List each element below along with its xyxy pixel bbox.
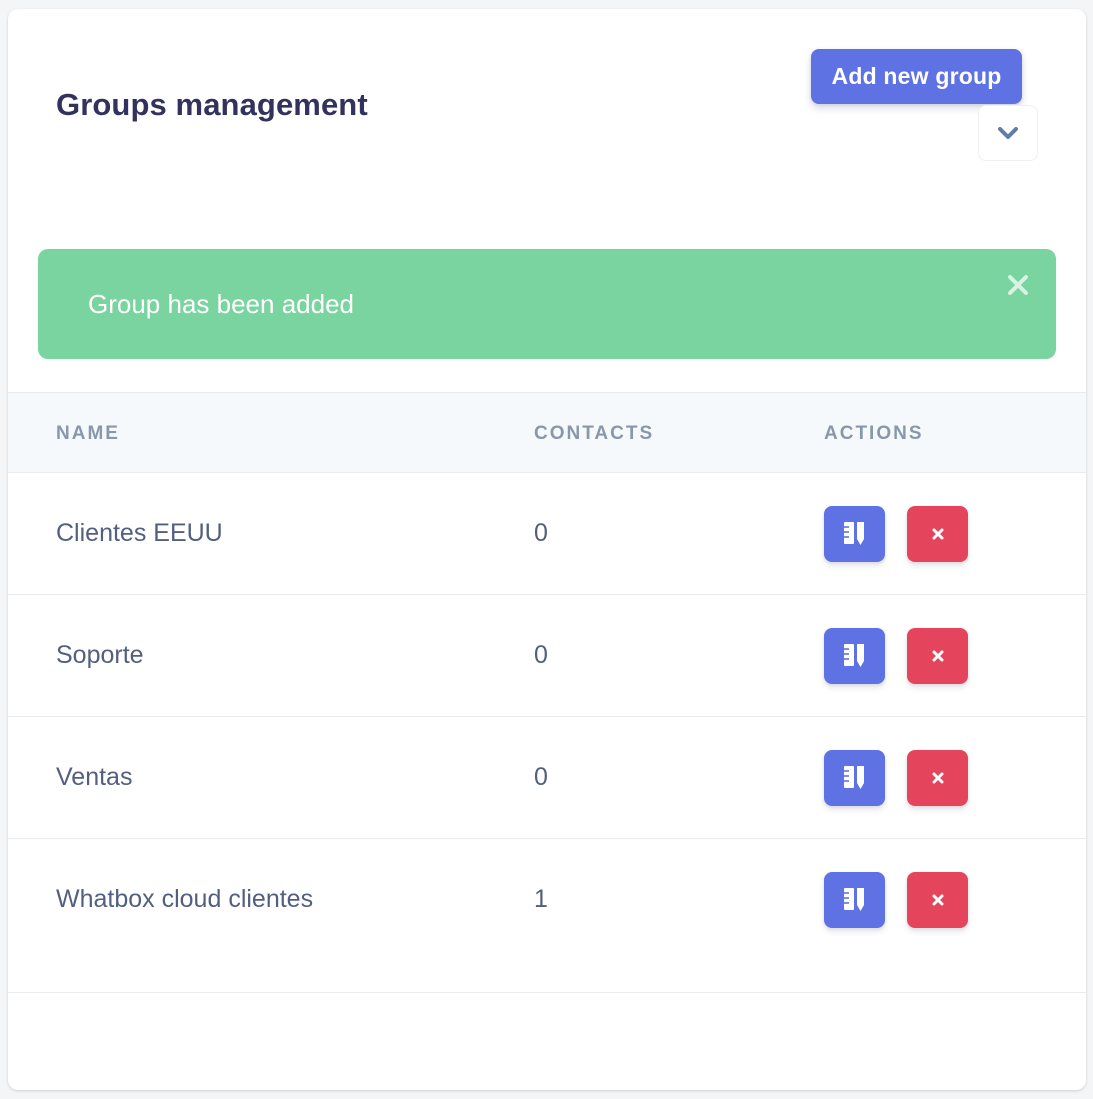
delete-group-button[interactable]: [907, 750, 968, 806]
groups-table: NAME CONTACTS ACTIONS Clientes EEUU 0 So…: [8, 392, 1086, 993]
edit-icon: [843, 766, 864, 789]
group-name: Ventas: [56, 763, 133, 791]
edit-group-button[interactable]: [824, 750, 885, 806]
page-title: Groups management: [56, 87, 368, 122]
edit-icon: [843, 522, 864, 545]
chevron-down-icon: [998, 127, 1018, 139]
edit-icon: [843, 644, 864, 667]
group-contacts: 1: [534, 885, 548, 913]
collapse-toggle-button[interactable]: [978, 105, 1038, 161]
group-name: Clientes EEUU: [56, 519, 223, 547]
add-new-group-button[interactable]: Add new group: [811, 49, 1022, 104]
column-header-actions: ACTIONS: [824, 423, 924, 444]
edit-group-button[interactable]: [824, 872, 885, 928]
delete-group-button[interactable]: [907, 628, 968, 684]
table-row: Clientes EEUU 0: [8, 473, 1086, 595]
delete-icon: [932, 772, 943, 784]
row-actions: [824, 506, 968, 562]
group-name: Whatbox cloud clientes: [56, 885, 314, 913]
delete-icon: [932, 650, 943, 662]
group-contacts: 0: [534, 763, 548, 791]
group-contacts: 0: [534, 641, 548, 669]
table-header: NAME CONTACTS ACTIONS: [8, 392, 1086, 473]
table-row: Ventas 0: [8, 717, 1086, 839]
edit-icon: [843, 888, 864, 911]
alert-close-button[interactable]: [1000, 267, 1036, 303]
edit-group-button[interactable]: [824, 506, 885, 562]
row-actions: [824, 750, 968, 806]
close-icon: [1008, 275, 1028, 295]
group-contacts: 0: [534, 519, 548, 547]
group-name: Soporte: [56, 641, 144, 669]
column-header-contacts: CONTACTS: [534, 423, 655, 444]
row-actions: [824, 872, 968, 928]
delete-icon: [932, 894, 943, 906]
delete-icon: [932, 528, 943, 540]
alert-message: Group has been added: [88, 289, 354, 319]
success-alert: Group has been added: [38, 249, 1056, 359]
table-row: Soporte 0: [8, 595, 1086, 717]
groups-card: Groups management Add new group Group ha…: [8, 9, 1086, 1090]
row-actions: [824, 628, 968, 684]
edit-group-button[interactable]: [824, 628, 885, 684]
delete-group-button[interactable]: [907, 872, 968, 928]
delete-group-button[interactable]: [907, 506, 968, 562]
table-row: Whatbox cloud clientes 1: [8, 839, 1086, 993]
column-header-name: NAME: [56, 423, 120, 444]
